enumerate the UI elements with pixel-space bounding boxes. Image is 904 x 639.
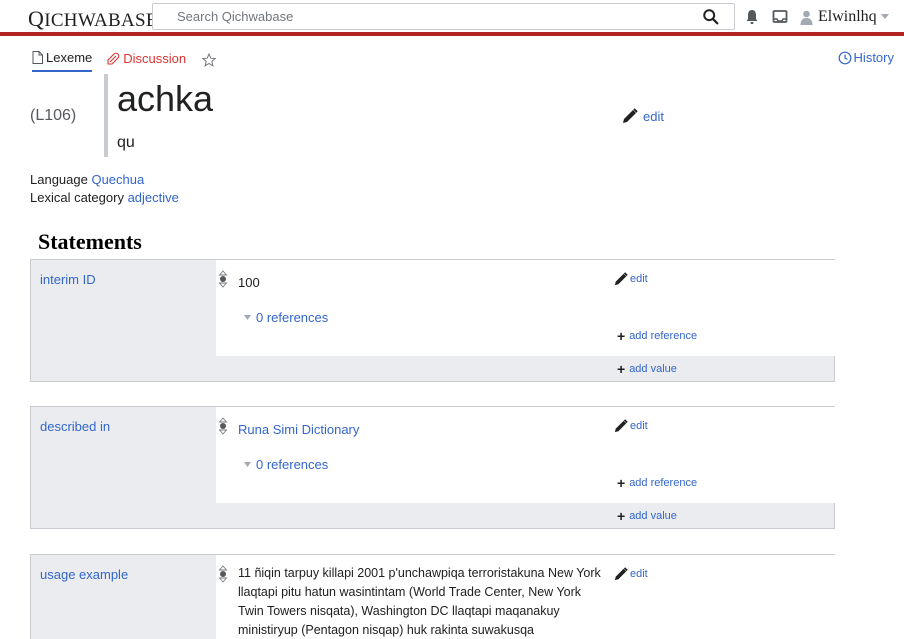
statement-group: described in Runa Simi Dictionary edit 0…: [30, 406, 835, 529]
language-link[interactable]: Quechua: [91, 172, 144, 187]
add-value-button[interactable]: + add value: [617, 509, 677, 523]
user-menu[interactable]: Elwinlhq: [800, 7, 889, 27]
speech-bubbles-icon: [107, 52, 120, 65]
triangle-down-icon: [244, 462, 251, 467]
add-value-button[interactable]: + add value: [617, 362, 677, 376]
lexeme-id: (L106): [30, 107, 77, 124]
search-input[interactable]: [153, 4, 673, 29]
references-toggle[interactable]: 0 references: [244, 457, 328, 472]
statement-claim: 100 edit 0 references + add reference: [216, 260, 835, 356]
lemma-divider: [104, 74, 108, 157]
top-bar: QICHWABASE Elwinlhq: [0, 0, 904, 36]
statement-claim: Runa Simi Dictionary edit 0 references +…: [216, 407, 835, 503]
page-icon: [32, 50, 43, 64]
statement-group: interim ID 100 edit 0 references + add r…: [30, 259, 835, 382]
search-box[interactable]: [152, 3, 735, 30]
tab-lexeme[interactable]: Lexeme: [32, 48, 93, 72]
plus-icon: +: [617, 508, 626, 524]
language-row: Language Quechua: [30, 172, 145, 187]
plus-icon: +: [617, 328, 626, 344]
search-icon[interactable]: [702, 8, 720, 26]
chevron-down-icon: [880, 14, 889, 19]
notifications-bell-icon[interactable]: [745, 9, 759, 25]
property-link[interactable]: usage example: [40, 567, 128, 582]
username: Elwinlhq: [818, 8, 877, 25]
page-title: achka: [117, 78, 214, 119]
lemma-language-code: qu: [117, 134, 135, 151]
property-link[interactable]: described in: [40, 419, 110, 434]
statement-edit-button[interactable]: edit: [614, 567, 648, 581]
add-reference-button[interactable]: + add reference: [617, 329, 697, 343]
pencil-icon: [614, 567, 628, 581]
lexical-category-row: Lexical category adjective: [30, 190, 179, 205]
page-tabs: Lexeme Discussion: [32, 48, 217, 72]
plus-icon: +: [617, 361, 626, 377]
rank-selector-icon[interactable]: [218, 270, 228, 288]
pencil-icon: [614, 272, 628, 286]
statement-value-link[interactable]: Runa Simi Dictionary: [238, 420, 359, 440]
statements-heading: Statements: [38, 229, 142, 254]
statement-edit-button[interactable]: edit: [614, 419, 648, 433]
rank-selector-icon[interactable]: [218, 565, 228, 583]
statement-claim: 11 ñiqin tarpuy killapi 2001 p'unchawpiq…: [216, 555, 835, 639]
notices-tray-icon[interactable]: [772, 9, 788, 25]
lexical-category-link[interactable]: adjective: [128, 190, 179, 205]
pencil-icon: [614, 419, 628, 433]
clock-icon: [838, 51, 851, 64]
property-link[interactable]: interim ID: [40, 272, 96, 287]
tab-history[interactable]: History: [838, 50, 894, 65]
rank-selector-icon[interactable]: [218, 417, 228, 435]
statement-group: usage example 11 ñiqin tarpuy killapi 20…: [30, 554, 835, 639]
references-toggle[interactable]: 0 references: [244, 310, 328, 325]
watch-star-icon[interactable]: [202, 53, 217, 67]
lemma-edit-button[interactable]: edit: [622, 108, 664, 124]
add-reference-button[interactable]: + add reference: [617, 476, 697, 490]
tab-discussion[interactable]: Discussion: [106, 48, 186, 72]
statement-value: 100: [238, 275, 260, 290]
triangle-down-icon: [244, 315, 251, 320]
statement-edit-button[interactable]: edit: [614, 272, 648, 286]
pencil-icon: [623, 108, 638, 123]
user-avatar-icon: [800, 10, 813, 25]
site-logo[interactable]: QICHWABASE: [28, 6, 158, 32]
plus-icon: +: [617, 475, 626, 491]
statement-value: 11 ñiqin tarpuy killapi 2001 p'unchawpiq…: [238, 566, 601, 637]
